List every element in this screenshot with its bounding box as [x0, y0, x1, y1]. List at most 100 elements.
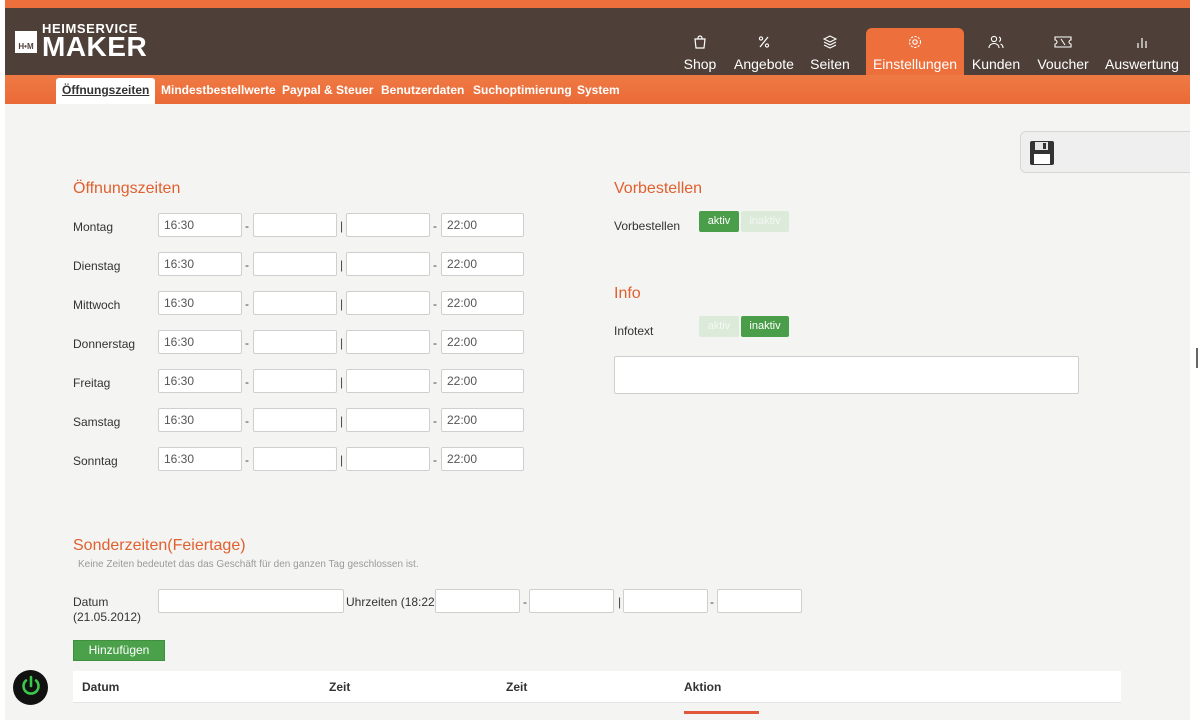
col-zeit-2[interactable]: Zeit	[506, 680, 527, 694]
to2-input[interactable]: 22:00	[441, 369, 524, 393]
from2-input[interactable]	[346, 213, 430, 237]
special-hours-table-header: Datum Zeit Zeit Aktion	[73, 671, 1121, 714]
separator-dash: -	[433, 297, 437, 311]
subnav-paypal-steuer[interactable]: Paypal & Steuer	[276, 78, 379, 104]
infotext-textarea[interactable]	[614, 356, 1079, 394]
day-label: Montag	[73, 220, 114, 234]
header: H•M HEIMSERVICE MAKER Shop Angebote Seit…	[5, 8, 1190, 83]
special-from2-input[interactable]	[623, 589, 708, 613]
scrollbar-handle[interactable]	[1196, 348, 1198, 368]
col-aktion[interactable]: Aktion	[684, 680, 721, 694]
day-label: Sonntag	[73, 454, 118, 468]
nav-label: Auswertung	[1105, 56, 1179, 72]
to2-input[interactable]: 22:00	[441, 330, 524, 354]
from1-input[interactable]: 16:30	[158, 213, 242, 237]
separator-bar: |	[340, 414, 344, 428]
separator-dash: -	[523, 595, 527, 609]
info-active-toggle[interactable]: aktiv	[699, 316, 739, 337]
percent-icon	[756, 32, 772, 52]
to1-input[interactable]	[253, 447, 337, 471]
to1-input[interactable]	[253, 408, 337, 432]
separator-dash: -	[245, 219, 249, 233]
from2-input[interactable]	[346, 369, 430, 393]
nav-label: Angebote	[734, 56, 794, 72]
from2-input[interactable]	[346, 252, 430, 276]
to1-input[interactable]	[253, 369, 337, 393]
logo[interactable]: H•M HEIMSERVICE MAKER	[15, 20, 155, 66]
to2-input[interactable]: 22:00	[441, 408, 524, 432]
subnav-oeffnungszeiten[interactable]: Öffnungszeiten	[56, 78, 156, 104]
preorder-active-toggle[interactable]: aktiv	[699, 211, 739, 232]
from1-input[interactable]: 16:30	[158, 369, 242, 393]
ticket-icon	[1054, 32, 1072, 52]
from1-input[interactable]: 16:30	[158, 330, 242, 354]
to2-input[interactable]: 22:00	[441, 252, 524, 276]
logo-main-text: MAKER	[42, 31, 148, 62]
save-button[interactable]	[1020, 131, 1190, 173]
info-inactive-toggle[interactable]: inaktiv	[741, 316, 789, 337]
from1-input[interactable]: 16:30	[158, 291, 242, 315]
from2-input[interactable]	[346, 408, 430, 432]
preorder-label: Vorbestellen	[614, 219, 681, 233]
col-zeit-1[interactable]: Zeit	[329, 680, 350, 694]
to1-input[interactable]	[253, 252, 337, 276]
separator-bar: |	[340, 336, 344, 350]
from2-input[interactable]	[346, 447, 430, 471]
separator-dash: -	[433, 414, 437, 428]
date-format-hint: (21.05.2012)	[73, 610, 142, 624]
day-label: Freitag	[73, 376, 111, 390]
preorder-title: Vorbestellen	[614, 180, 703, 197]
separator-dash: -	[245, 375, 249, 389]
special-from1-input[interactable]	[435, 589, 520, 613]
subnav-benutzerdaten[interactable]: Benutzerdaten	[375, 78, 470, 104]
separator-dash: -	[710, 595, 714, 609]
from1-input[interactable]: 16:30	[158, 408, 242, 432]
date-label: Datum	[73, 595, 109, 609]
subnav-system[interactable]: System	[571, 78, 626, 104]
opening-hours-title: Öffnungszeiten	[73, 180, 181, 197]
day-label: Dienstag	[73, 259, 121, 273]
nav-label: Shop	[683, 56, 717, 72]
special-date-input[interactable]	[158, 589, 344, 613]
power-button[interactable]	[13, 670, 48, 705]
gear-icon	[907, 32, 923, 52]
add-button[interactable]: Hinzufügen	[73, 640, 165, 661]
separator-dash: -	[245, 297, 249, 311]
subnav-mindestbestellwerte[interactable]: Mindestbestellwerte	[155, 78, 282, 104]
day-label: Donnerstag	[73, 337, 136, 351]
nav-label: Einstellungen	[872, 56, 958, 72]
preorder-inactive-toggle[interactable]: inaktiv	[741, 211, 789, 232]
users-icon	[987, 32, 1005, 52]
logo-mark: H•M	[15, 31, 37, 53]
day-label: Samstag	[73, 415, 121, 429]
special-to1-input[interactable]	[529, 589, 614, 613]
separator-bar: |	[340, 375, 344, 389]
to1-input[interactable]	[253, 291, 337, 315]
floppy-disk-icon	[1029, 140, 1055, 169]
nav-label: Seiten	[810, 56, 850, 72]
infotext-label: Infotext	[614, 324, 654, 338]
separator-dash: -	[245, 258, 249, 272]
to2-input[interactable]: 22:00	[441, 447, 524, 471]
to1-input[interactable]	[253, 330, 337, 354]
from2-input[interactable]	[346, 291, 430, 315]
separator-dash: -	[433, 219, 437, 233]
separator-bar: |	[340, 258, 344, 272]
subnav-suchoptimierung[interactable]: Suchoptimierung	[467, 78, 578, 104]
separator-dash: -	[433, 258, 437, 272]
separator-dash: -	[245, 336, 249, 350]
from2-input[interactable]	[346, 330, 430, 354]
special-to2-input[interactable]	[717, 589, 802, 613]
day-label: Mittwoch	[73, 298, 121, 312]
from1-input[interactable]: 16:30	[158, 252, 242, 276]
to1-input[interactable]	[253, 213, 337, 237]
main-nav: Shop Angebote Seiten Einstellungen Kunde…	[666, 20, 1186, 83]
app-frame: H•M HEIMSERVICE MAKER Shop Angebote Seit…	[5, 0, 1190, 720]
to2-input[interactable]: 22:00	[441, 213, 524, 237]
col-datum[interactable]: Datum	[82, 680, 119, 694]
to2-input[interactable]: 22:00	[441, 291, 524, 315]
separator-bar: |	[340, 453, 344, 467]
nav-label: Kunden	[971, 56, 1021, 72]
bag-icon	[692, 32, 708, 52]
from1-input[interactable]: 16:30	[158, 447, 242, 471]
